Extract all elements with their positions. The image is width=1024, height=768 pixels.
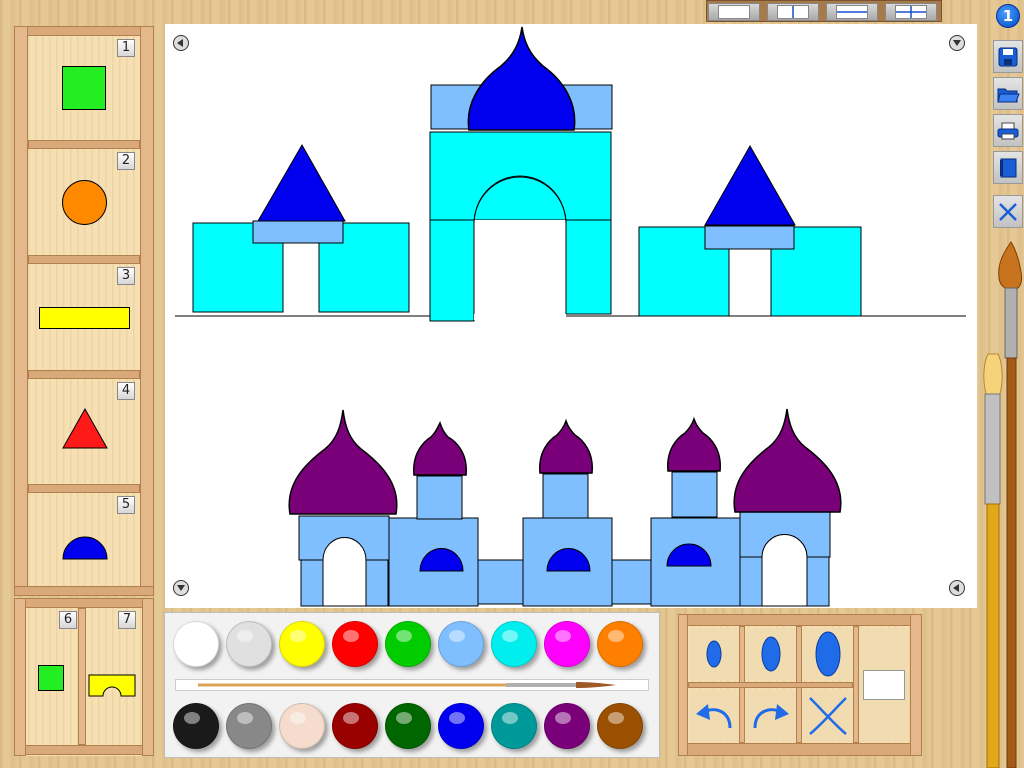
- arrow-left-icon: [953, 584, 959, 592]
- drawing-layer: [175, 26, 966, 607]
- shape-item-square[interactable]: 1: [28, 36, 140, 140]
- clear-button[interactable]: [803, 690, 853, 742]
- paint-top-6[interactable]: [438, 621, 484, 667]
- castle-top-right: [638, 144, 862, 317]
- small-square-shape: [38, 665, 64, 691]
- shape-number: 7: [118, 611, 136, 629]
- paint-bottom-4[interactable]: [332, 703, 378, 749]
- redo-button[interactable]: [746, 690, 796, 742]
- paint-top-2[interactable]: [226, 621, 272, 667]
- arrow-up-left-icon: [177, 39, 183, 47]
- color-palette: [164, 612, 660, 758]
- paint-bottom-5[interactable]: [385, 703, 431, 749]
- layout-horizontal-split-button[interactable]: [826, 3, 878, 21]
- shape-item-circle[interactable]: 2: [28, 149, 140, 255]
- user-number: 1: [1002, 7, 1014, 25]
- layout-horizontal-split-icon: [836, 5, 868, 19]
- layout-quad-split-button[interactable]: [885, 3, 937, 21]
- redo-icon: [753, 704, 789, 729]
- paint-top-9[interactable]: [597, 621, 643, 667]
- shape-item-half-circle[interactable]: 5: [28, 493, 140, 586]
- layout-vertical-split-icon: [777, 5, 809, 19]
- paint-bottom-1[interactable]: [173, 703, 219, 749]
- paint-bottom-8[interactable]: [544, 703, 590, 749]
- paint-top-7[interactable]: [491, 621, 537, 667]
- paint-top-4[interactable]: [332, 621, 378, 667]
- paint-bottom-7[interactable]: [491, 703, 537, 749]
- undo-icon: [696, 704, 732, 729]
- layout-quad-split-icon: [895, 5, 927, 19]
- drawing-canvas[interactable]: [165, 24, 977, 608]
- book-button[interactable]: [993, 151, 1023, 184]
- save-icon: [998, 47, 1018, 66]
- current-color-swatch[interactable]: [859, 628, 909, 742]
- current-color-preview: [863, 670, 905, 700]
- shape-number: 6: [59, 611, 77, 629]
- shape-number: 4: [117, 382, 135, 400]
- palette-brush: [175, 679, 649, 691]
- print-button[interactable]: [993, 114, 1023, 147]
- paint-top-1[interactable]: [173, 621, 219, 667]
- castle-bottom: [288, 408, 842, 607]
- layout-blank-button[interactable]: [708, 3, 760, 21]
- paintbrush-icon: [198, 682, 616, 688]
- book-icon: [1000, 158, 1017, 177]
- open-folder-icon: [997, 88, 1020, 102]
- paint-top-5[interactable]: [385, 621, 431, 667]
- brush-size-large-button[interactable]: [803, 628, 853, 680]
- half-circle-shape: [62, 536, 108, 560]
- decorative-brushes: [983, 241, 1023, 768]
- layout-vertical-split-button[interactable]: [767, 3, 819, 21]
- paint-bottom-9[interactable]: [597, 703, 643, 749]
- shape-number: 2: [117, 152, 135, 170]
- canvas-corner-button-top-right[interactable]: [949, 35, 965, 51]
- layout-blank-icon: [718, 5, 750, 19]
- brush-size-small-icon: [706, 640, 722, 668]
- paint-top-3[interactable]: [279, 621, 325, 667]
- close-button[interactable]: [993, 195, 1023, 228]
- shape-number: 1: [117, 39, 135, 57]
- paint-bottom-2[interactable]: [226, 703, 272, 749]
- undo-button[interactable]: [689, 690, 739, 742]
- user-badge[interactable]: 1: [996, 4, 1020, 28]
- shape-number: 5: [117, 496, 135, 514]
- shape-item-triangle[interactable]: 4: [28, 379, 140, 484]
- brush-size-large-icon: [815, 631, 841, 677]
- save-button[interactable]: [993, 40, 1023, 73]
- print-icon: [997, 122, 1019, 139]
- clear-icon: [809, 697, 847, 735]
- shape-item-arch-block[interactable]: 7: [86, 608, 142, 745]
- shape-item-rectangle[interactable]: 3: [28, 264, 140, 370]
- brush-size-small-button[interactable]: [689, 628, 739, 680]
- arrow-down-icon: [177, 585, 185, 591]
- canvas-corner-button-bottom-left[interactable]: [173, 580, 189, 596]
- castle-top-center: [429, 26, 613, 322]
- canvas-corner-button-bottom-right[interactable]: [949, 580, 965, 596]
- canvas-corner-button-top-left[interactable]: [173, 35, 189, 51]
- castle-top-left: [192, 143, 410, 313]
- close-icon: [999, 202, 1017, 221]
- square-shape: [62, 66, 106, 110]
- brush-size-medium-icon: [761, 636, 781, 672]
- circle-shape: [62, 180, 107, 225]
- paint-bottom-3[interactable]: [279, 703, 325, 749]
- shape-number: 3: [117, 267, 135, 285]
- arch-block-shape: [88, 674, 136, 697]
- arrow-down-right-icon: [953, 40, 961, 46]
- paint-top-8[interactable]: [544, 621, 590, 667]
- brush-size-medium-button[interactable]: [746, 628, 796, 680]
- open-folder-button[interactable]: [993, 77, 1023, 110]
- paint-bottom-6[interactable]: [438, 703, 484, 749]
- shape-item-small-square[interactable]: 6: [26, 608, 78, 745]
- triangle-shape: [62, 408, 108, 449]
- rectangle-shape: [39, 307, 130, 329]
